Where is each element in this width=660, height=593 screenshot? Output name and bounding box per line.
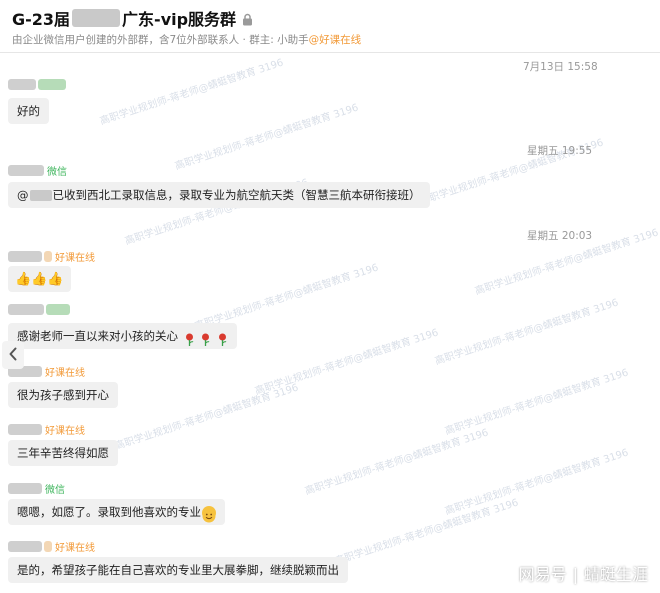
message-list[interactable]: 高职学业规划师-蒋老师@蜻蜓智教育 3196 高职学业规划师-蒋老师@蜻蜓智教育…	[0, 53, 660, 593]
message-timestamp: 星期五 19:55	[527, 145, 593, 157]
message-bubble[interactable]: 是的，希望孩子能在自己喜欢的专业里大展拳脚，继续脱颖而出	[8, 557, 348, 583]
redacted-block	[46, 304, 70, 315]
watermark-text: 高职学业规划师-蒋老师@蜻蜓智教育 3196	[253, 327, 440, 398]
watermark-text: 高职学业规划师-蒋老师@蜻蜓智教育 3196	[173, 102, 360, 173]
thumbs-up-icon: 👍	[47, 272, 64, 287]
thumbs-up-icon: 👍	[31, 272, 48, 287]
message-bubble[interactable]: 好的	[8, 98, 49, 124]
thumbs-up-icon: 👍	[15, 272, 32, 287]
rose-icon	[184, 330, 195, 346]
source-watermark: 网易号 | 蜻蜓生涯	[519, 561, 648, 585]
lock-icon	[242, 11, 254, 26]
watermark-text: 高职学业规划师-蒋老师@蜻蜓智教育 3196	[433, 297, 620, 368]
redacted-block	[8, 304, 44, 315]
redacted-block	[8, 483, 42, 494]
redacted-block	[8, 79, 36, 90]
redacted-block	[29, 190, 52, 201]
chat-title[interactable]: G-23届 广东-vip服务群	[12, 6, 254, 30]
sender-tag: 好课在线	[55, 253, 95, 264]
watermark-source: 网易号	[518, 565, 567, 584]
watermark-text: 高职学业规划师-蒋老师@蜻蜓智教育 3196	[113, 382, 300, 453]
rose-icon	[200, 330, 211, 346]
sender-tag: 好课在线	[45, 426, 85, 437]
sender-tag: 微信	[47, 167, 67, 178]
watermark-separator: |	[572, 565, 578, 584]
subtitle-text: 由企业微信用户创建的外部群，含7位外部联系人 · 群主: 小助手	[12, 34, 309, 46]
message-timestamp: 星期五 20:03	[527, 230, 593, 242]
chat-title-prefix: G-23届	[12, 10, 71, 29]
sender-name[interactable]	[8, 304, 70, 315]
watermark-author: 蜻蜓生涯	[583, 565, 648, 584]
rose-icon	[217, 330, 228, 346]
sender-name[interactable]	[8, 79, 66, 90]
watermark-text: 高职学业规划师-蒋老师@蜻蜓智教育 3196	[443, 447, 630, 518]
watermark-text: 高职学业规划师-蒋老师@蜻蜓智教育 3196	[443, 367, 630, 438]
redacted-block	[8, 165, 44, 176]
redacted-block	[72, 9, 121, 27]
owner-org[interactable]: @好课在线	[309, 34, 362, 46]
message-bubble[interactable]: 👍👍👍	[8, 266, 71, 292]
sender-name[interactable]: 好课在线	[8, 249, 95, 264]
message-text: 感谢老师一直以来对小孩的关心	[17, 329, 178, 343]
message-bubble[interactable]: 感谢老师一直以来对小孩的关心	[8, 323, 237, 349]
redacted-block	[8, 424, 42, 435]
previous-button[interactable]	[2, 341, 24, 369]
sender-name[interactable]: 微信	[8, 481, 65, 496]
chat-header: G-23届 广东-vip服务群 由企业微信用户创建的外部群，含7位外部联系人 ·…	[0, 0, 660, 53]
sender-tag: 好课在线	[55, 543, 95, 554]
redacted-block	[44, 541, 52, 552]
message-bubble[interactable]: 很为孩子感到开心	[8, 382, 118, 408]
message-text: 已收到西北工录取信息，录取专业为航空航天类（智慧三航本研衔接班）	[52, 188, 421, 202]
watermark-text: 高职学业规划师-蒋老师@蜻蜓智教育 3196	[98, 57, 285, 128]
message-bubble[interactable]: 嗯嗯，如愿了。录取到他喜欢的专业	[8, 499, 225, 525]
message-text: 嗯嗯，如愿了。录取到他喜欢的专业	[17, 505, 201, 519]
smile-icon	[202, 505, 216, 522]
chat-subtitle: 由企业微信用户创建的外部群，含7位外部联系人 · 群主: 小助手@好课在线	[12, 32, 361, 47]
sender-tag: 好课在线	[45, 368, 85, 379]
watermark-text: 高职学业规划师-蒋老师@蜻蜓智教育 3196	[193, 262, 380, 333]
mention-symbol: @	[17, 188, 29, 202]
redacted-block	[38, 79, 66, 90]
sender-name[interactable]: 微信	[8, 163, 67, 178]
message-timestamp: 7月13日 15:58	[523, 61, 598, 73]
message-bubble[interactable]: @ 已收到西北工录取信息，录取专业为航空航天类（智慧三航本研衔接班）	[8, 182, 430, 208]
message-bubble[interactable]: 三年辛苦终得如愿	[8, 440, 118, 466]
sender-name[interactable]: 好课在线	[8, 422, 85, 437]
watermark-text: 高职学业规划师-蒋老师@蜻蜓智教育 3196	[303, 427, 490, 498]
redacted-block	[44, 251, 52, 262]
chevron-left-icon	[8, 346, 18, 365]
watermark-text: 高职学业规划师-蒋老师@蜻蜓智教育 3196	[333, 497, 520, 568]
redacted-block	[8, 251, 42, 262]
sender-name[interactable]: 好课在线	[8, 539, 95, 554]
redacted-block	[8, 541, 42, 552]
chat-title-suffix: 广东-vip服务群	[122, 10, 237, 29]
sender-tag: 微信	[45, 485, 65, 496]
